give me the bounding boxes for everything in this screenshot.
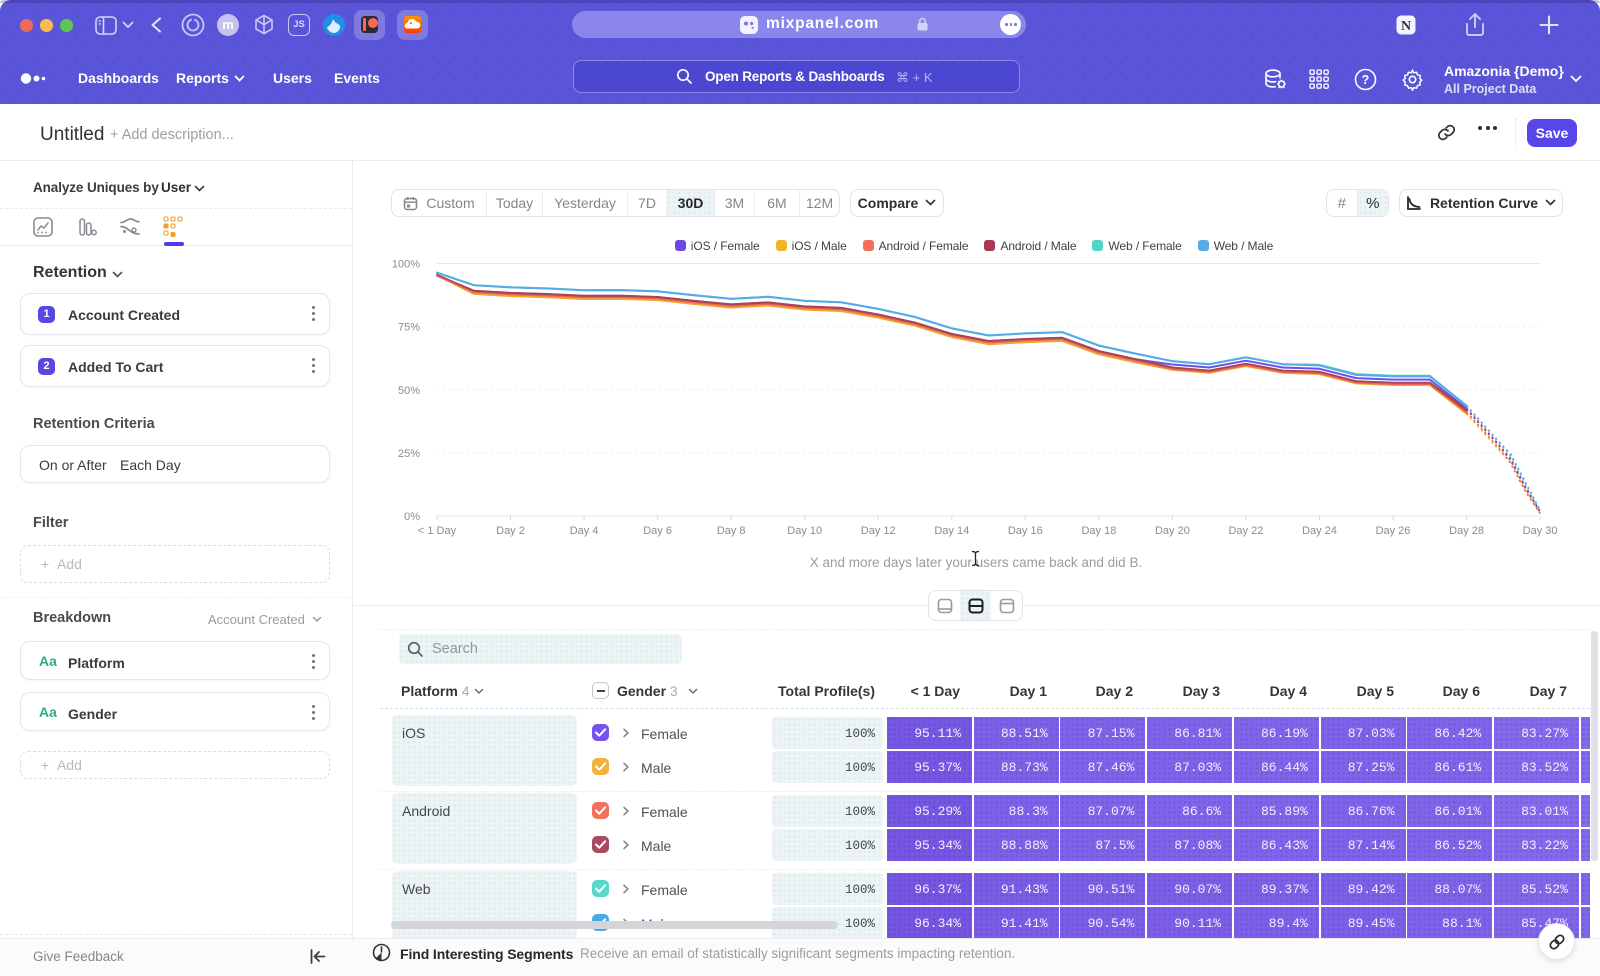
svg-text:Day 20: Day 20 xyxy=(1155,525,1190,537)
svg-text:0%: 0% xyxy=(404,511,420,523)
svg-text:Day 8: Day 8 xyxy=(717,525,746,537)
svg-text:Day 6: Day 6 xyxy=(643,525,672,537)
svg-text:100%: 100% xyxy=(392,259,420,271)
svg-text:50%: 50% xyxy=(398,385,420,397)
svg-text:Day 30: Day 30 xyxy=(1523,525,1558,537)
svg-text:Day 10: Day 10 xyxy=(787,525,822,537)
svg-text:Day 28: Day 28 xyxy=(1449,525,1484,537)
svg-text:Day 22: Day 22 xyxy=(1228,525,1263,537)
svg-text:Day 14: Day 14 xyxy=(934,525,969,537)
svg-text:Day 26: Day 26 xyxy=(1376,525,1411,537)
svg-text:Day 24: Day 24 xyxy=(1302,525,1337,537)
svg-text:Day 16: Day 16 xyxy=(1008,525,1043,537)
svg-text:Day 4: Day 4 xyxy=(570,525,599,537)
svg-text:25%: 25% xyxy=(398,448,420,460)
svg-text:Day 12: Day 12 xyxy=(861,525,896,537)
svg-text:< 1 Day: < 1 Day xyxy=(418,525,457,537)
svg-text:Day 18: Day 18 xyxy=(1081,525,1116,537)
svg-text:75%: 75% xyxy=(398,322,420,334)
svg-text:Day 2: Day 2 xyxy=(496,525,525,537)
